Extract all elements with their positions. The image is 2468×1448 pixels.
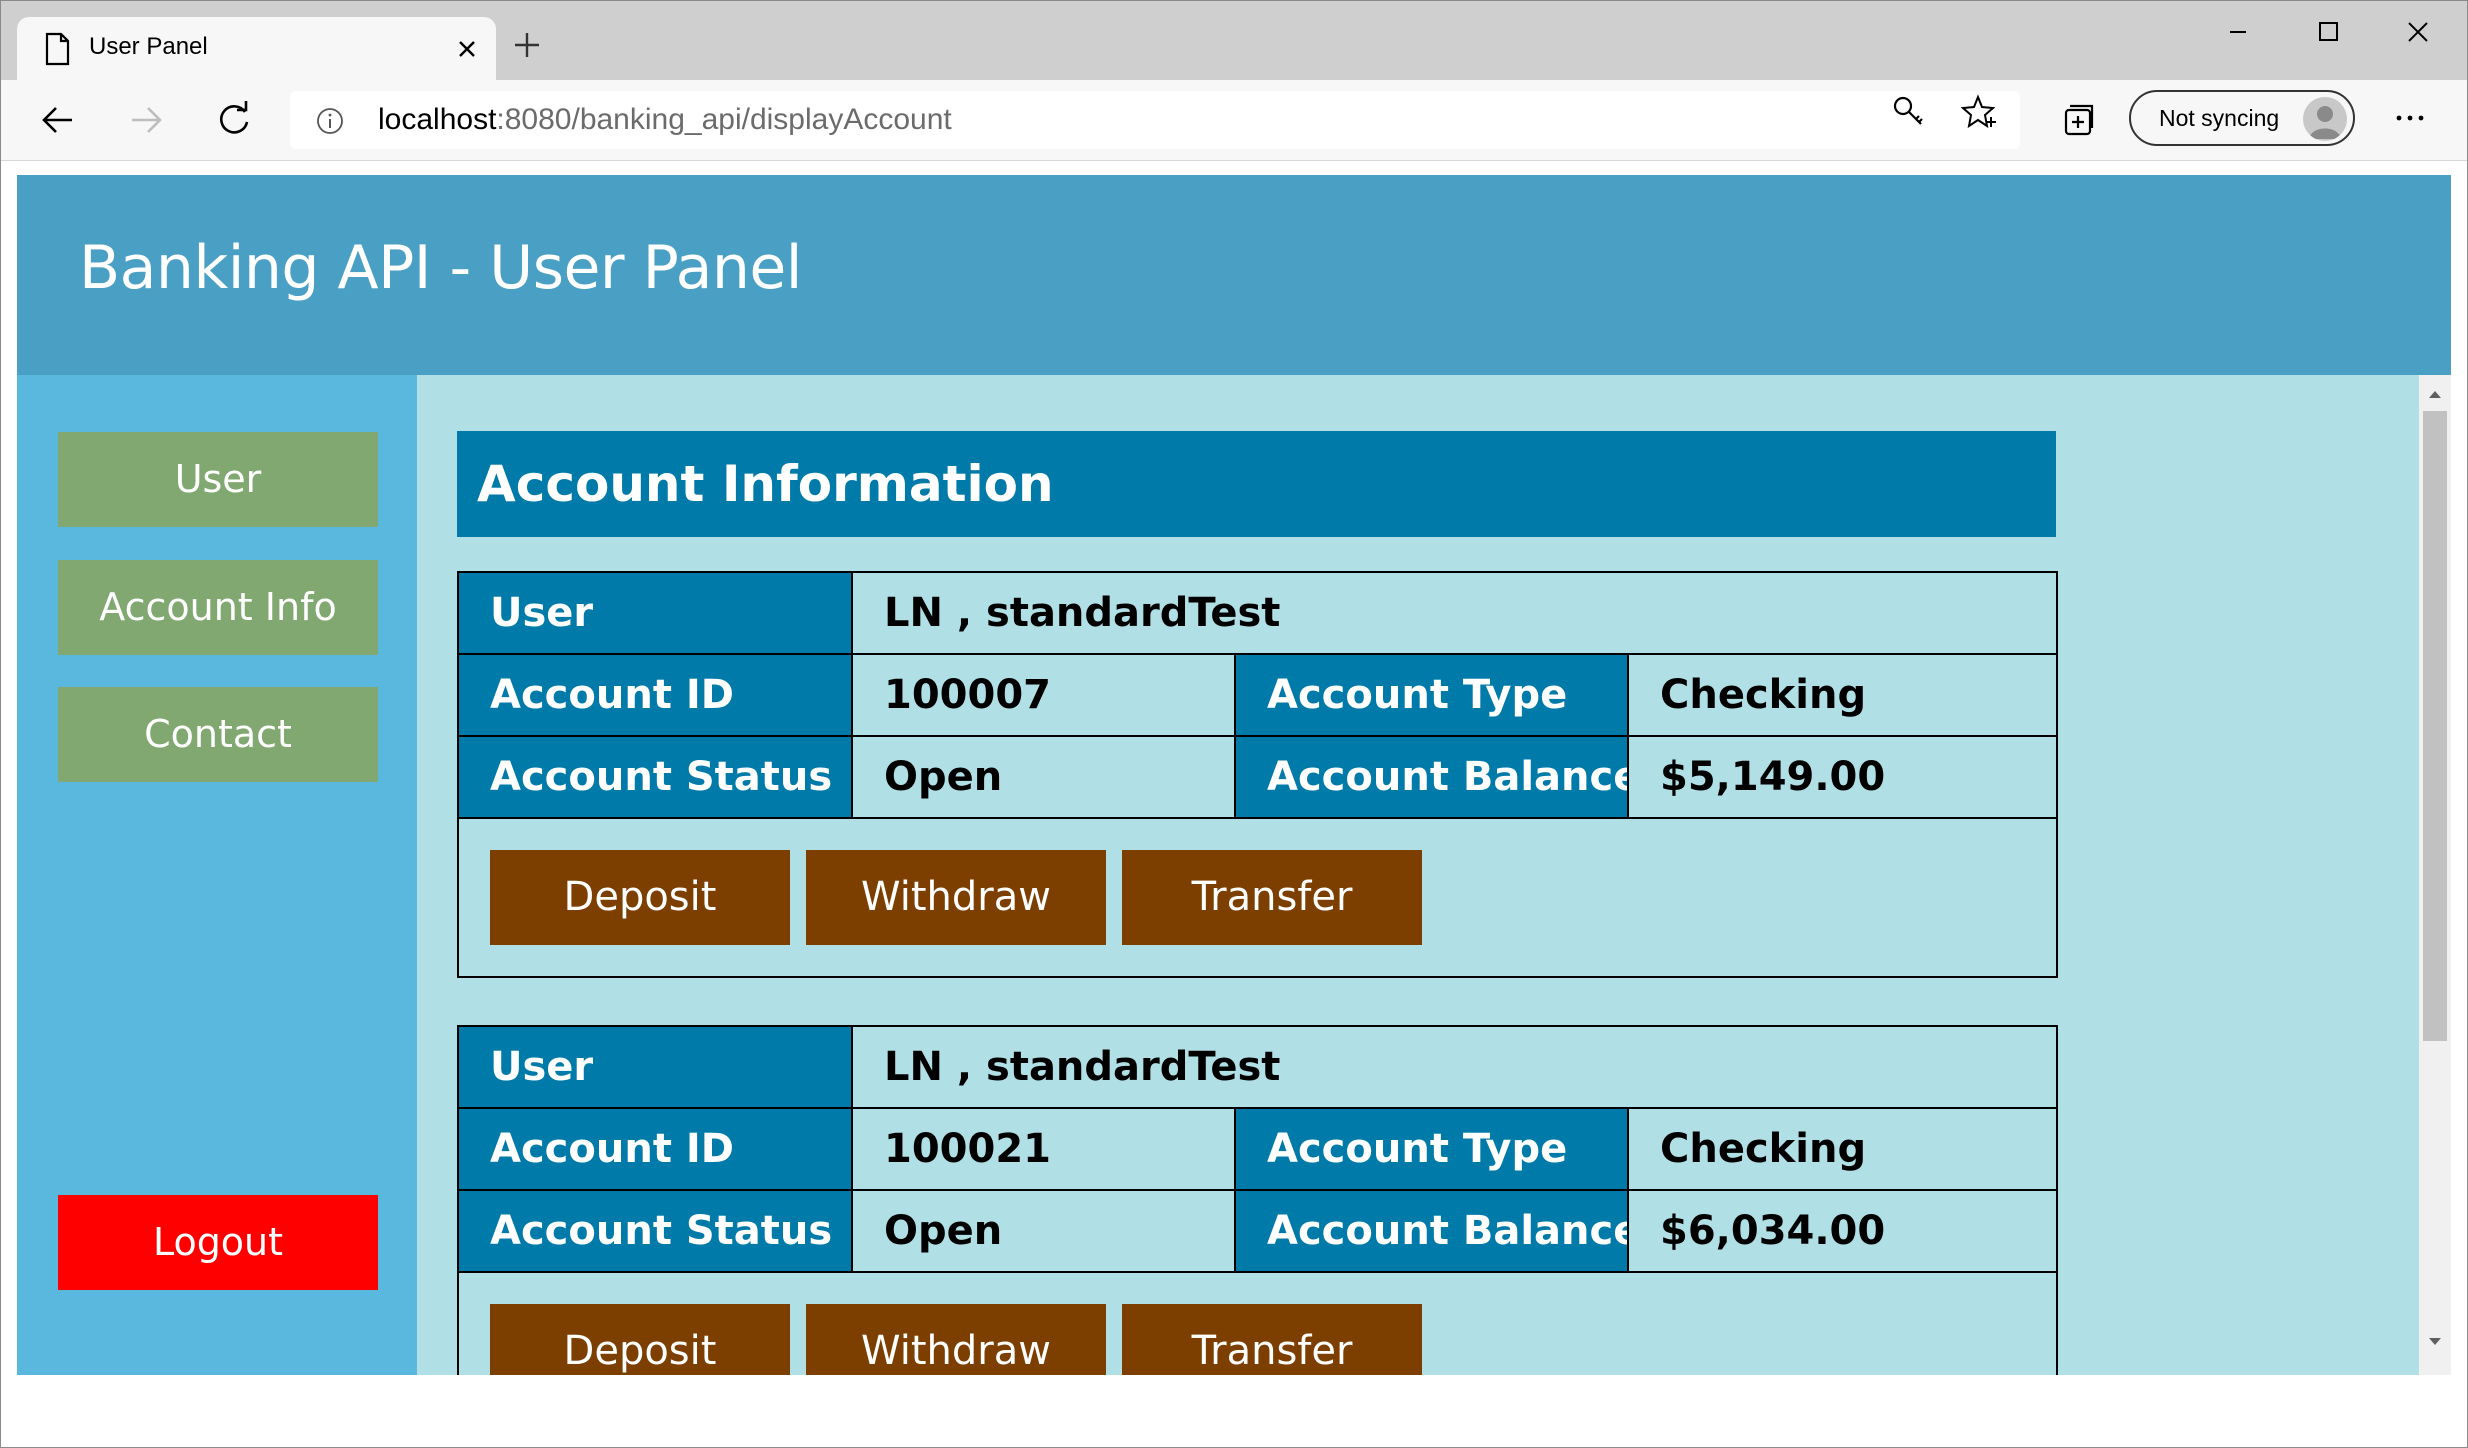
favorite-star-icon[interactable]	[1960, 92, 2000, 132]
sync-status-label: Not syncing	[2159, 105, 2280, 131]
scrollbar-thumb[interactable]	[2423, 411, 2447, 1041]
new-tab-icon[interactable]	[507, 25, 547, 65]
browser-toolbar: localhost:8080/banking_api/displayAccoun…	[0, 80, 2468, 161]
url-host: localhost	[378, 103, 497, 136]
transfer-button[interactable]: Transfer	[1122, 850, 1422, 945]
account-status-row: Account Status Open Account Balance $5,1…	[459, 737, 2056, 819]
account-status-label: Account Status	[459, 737, 851, 817]
user-value: LN , standardTest	[851, 1027, 2056, 1107]
account-card: User LN , standardTest Account ID 100007…	[457, 571, 2058, 978]
deposit-button[interactable]: Deposit	[490, 1304, 790, 1375]
avatar	[2303, 97, 2347, 141]
account-balance-label: Account Balance	[1234, 737, 1640, 817]
account-user-row: User LN , standardTest	[459, 1027, 2056, 1109]
key-icon[interactable]	[1888, 92, 1928, 132]
account-type-label: Account Type	[1234, 1109, 1627, 1189]
account-id-label: Account ID	[459, 655, 851, 735]
account-actions: Deposit Withdraw Transfer	[459, 1273, 2056, 1375]
account-actions: Deposit Withdraw Transfer	[459, 819, 2056, 976]
address-bar[interactable]: localhost:8080/banking_api/displayAccoun…	[290, 91, 2020, 149]
browser-tab[interactable]: User Panel	[17, 17, 496, 80]
sidebar-item-user[interactable]: User	[58, 432, 378, 527]
account-type-value: Checking	[1627, 1109, 2056, 1189]
account-id-value: 100021	[851, 1109, 1234, 1189]
url-text[interactable]: localhost:8080/banking_api/displayAccoun…	[378, 103, 952, 137]
sidebar-item-account-info[interactable]: Account Info	[58, 560, 378, 655]
page-header: Banking API - User Panel	[17, 175, 2451, 375]
page-title: Banking API - User Panel	[79, 233, 802, 303]
more-menu-icon[interactable]	[2390, 98, 2430, 138]
minimize-icon[interactable]	[2208, 8, 2268, 56]
tab-title: User Panel	[89, 33, 208, 60]
page-scrollbar[interactable]	[2419, 375, 2451, 1375]
account-balance-label: Account Balance	[1234, 1191, 1640, 1271]
section-title: Account Information	[477, 455, 1054, 513]
account-type-value: Checking	[1627, 655, 2056, 735]
user-value: LN , standardTest	[851, 573, 2056, 653]
account-status-value: Open	[851, 737, 1234, 817]
account-status-label: Account Status	[459, 1191, 851, 1271]
web-page: Banking API - User Panel User Account In…	[17, 175, 2451, 1375]
logout-button[interactable]: Logout	[58, 1195, 378, 1290]
collections-icon[interactable]	[2058, 100, 2098, 140]
sidebar-item-contact[interactable]: Contact	[58, 687, 378, 782]
sidebar: User Account Info Contact Logout	[17, 375, 417, 1375]
url-path: :8080/banking_api/displayAccount	[496, 103, 952, 136]
withdraw-button[interactable]: Withdraw	[806, 1304, 1106, 1375]
main-content: Account Information User LN , standardTe…	[417, 375, 2451, 1375]
account-card: User LN , standardTest Account ID 100021…	[457, 1025, 2058, 1375]
account-id-value: 100007	[851, 655, 1234, 735]
account-balance-value: $6,034.00	[1627, 1191, 2056, 1271]
refresh-icon[interactable]	[210, 96, 258, 144]
deposit-button[interactable]: Deposit	[490, 850, 790, 945]
person-icon	[2309, 106, 2341, 139]
info-icon[interactable]	[314, 105, 346, 137]
account-id-row: Account ID 100021 Account Type Checking	[459, 1109, 2056, 1191]
forward-arrow-icon[interactable]	[122, 96, 170, 144]
account-id-row: Account ID 100007 Account Type Checking	[459, 655, 2056, 737]
back-arrow-icon[interactable]	[34, 96, 82, 144]
scroll-up-arrow-icon[interactable]	[2419, 383, 2451, 405]
user-label: User	[459, 573, 851, 653]
account-balance-value: $5,149.00	[1627, 737, 2056, 817]
tab-bar: User Panel	[0, 0, 2468, 80]
account-type-label: Account Type	[1234, 655, 1627, 735]
account-user-row: User LN , standardTest	[459, 573, 2056, 655]
close-window-icon[interactable]	[2388, 8, 2448, 56]
user-label: User	[459, 1027, 851, 1107]
account-status-row: Account Status Open Account Balance $6,0…	[459, 1191, 2056, 1273]
page-icon	[45, 32, 70, 66]
transfer-button[interactable]: Transfer	[1122, 1304, 1422, 1375]
section-header: Account Information	[457, 431, 2056, 537]
scroll-down-arrow-icon[interactable]	[2419, 1331, 2451, 1353]
maximize-icon[interactable]	[2298, 8, 2358, 56]
profile-sync-button[interactable]: Not syncing	[2129, 90, 2355, 146]
account-id-label: Account ID	[459, 1109, 851, 1189]
close-tab-icon[interactable]	[447, 29, 487, 69]
account-status-value: Open	[851, 1191, 1234, 1271]
withdraw-button[interactable]: Withdraw	[806, 850, 1106, 945]
